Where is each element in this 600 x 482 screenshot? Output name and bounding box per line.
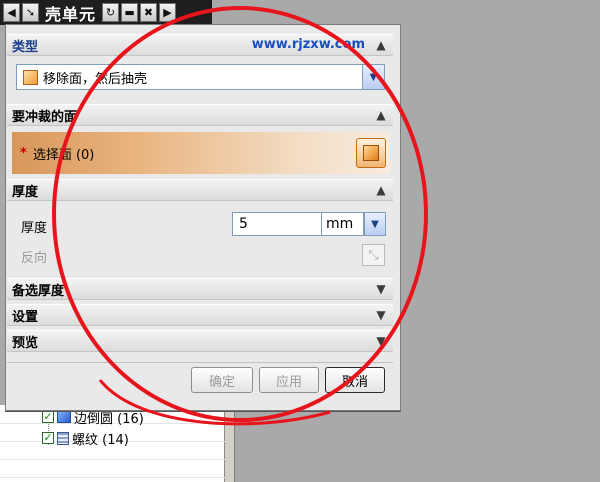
minimize-icon[interactable]: ▬: [121, 3, 139, 22]
watermark-text: www.rjzxw.com: [251, 37, 365, 52]
unit-field[interactable]: mm: [322, 212, 364, 236]
tree-scroll-strip: [225, 405, 235, 482]
tree-grid-line: [0, 459, 225, 460]
select-face-row[interactable]: * 选择面 (0): [12, 132, 390, 174]
back-icon[interactable]: ◀: [3, 3, 20, 22]
reverse-direction-icon[interactable]: ⤡: [362, 244, 385, 266]
dialog-title-bar[interactable]: ◀ ➘ 壳单元 ↻ ▬ ✖ ▶: [0, 0, 212, 25]
type-select[interactable]: 移除面，然后抽壳 ▼: [16, 64, 385, 90]
thread-icon: [57, 431, 69, 445]
thickness-input[interactable]: 5: [232, 212, 322, 236]
chevron-down-icon[interactable]: ▼: [373, 307, 389, 323]
face-cube-icon: [363, 145, 379, 161]
section-type-title: 类型: [12, 39, 39, 55]
pin-icon[interactable]: ➘: [22, 3, 39, 22]
section-faces-header[interactable]: 要冲裁的面 ▲: [7, 104, 393, 126]
chevron-down-icon[interactable]: ▼: [373, 333, 389, 349]
section-faces-title: 要冲裁的面: [12, 109, 78, 125]
section-alt-thickness-header[interactable]: 备选厚度 ▼: [7, 278, 393, 300]
section-preview-header[interactable]: 预览 ▼: [7, 330, 393, 352]
chevron-up-icon[interactable]: ▲: [373, 107, 389, 123]
section-alt-thickness-title: 备选厚度: [12, 283, 65, 299]
thickness-label: 厚度: [21, 221, 48, 236]
close-icon[interactable]: ✖: [140, 3, 158, 22]
chevron-down-icon[interactable]: ▼: [373, 281, 389, 297]
section-type-header[interactable]: 类型 www.rjzxw.com ▲: [7, 34, 393, 56]
face-select-button[interactable]: [356, 138, 386, 168]
checkbox-icon[interactable]: ✓: [42, 432, 54, 444]
select-face-label: 选择面 (0): [32, 147, 95, 163]
refresh-icon[interactable]: ↻: [102, 3, 120, 22]
chevron-down-icon[interactable]: ▼: [362, 65, 384, 89]
chevron-up-icon[interactable]: ▲: [373, 182, 389, 198]
forward-icon[interactable]: ▶: [159, 3, 177, 22]
edge-blend-icon: [57, 411, 71, 423]
cancel-button[interactable]: 取消: [325, 367, 385, 393]
tree-item[interactable]: ✓ 螺纹 (14): [42, 429, 129, 448]
type-select-value: 移除面，然后抽壳: [43, 71, 148, 87]
dialog-title: 壳单元: [45, 4, 97, 24]
section-preview-title: 预览: [12, 335, 39, 351]
tree-item-label: 螺纹 (14): [72, 432, 129, 448]
section-settings-title: 设置: [12, 309, 39, 325]
part-navigator-tree: ✓ 边倒圆 (16) ✓ 螺纹 (14): [0, 405, 225, 482]
apply-button[interactable]: 应用: [259, 367, 319, 393]
required-marker: *: [20, 145, 27, 161]
chevron-up-icon[interactable]: ▲: [373, 37, 389, 53]
shell-type-icon: [23, 69, 38, 85]
checkbox-icon[interactable]: ✓: [42, 411, 54, 423]
section-settings-header[interactable]: 设置 ▼: [7, 304, 393, 326]
section-thickness-title: 厚度: [12, 184, 39, 200]
ok-button[interactable]: 确定: [191, 367, 253, 393]
section-thickness-header[interactable]: 厚度 ▲: [7, 179, 393, 201]
tree-grid-line: [0, 477, 225, 478]
button-separator: [7, 362, 393, 363]
reverse-label: 反向: [21, 251, 48, 266]
chevron-down-icon[interactable]: ▼: [364, 212, 386, 236]
